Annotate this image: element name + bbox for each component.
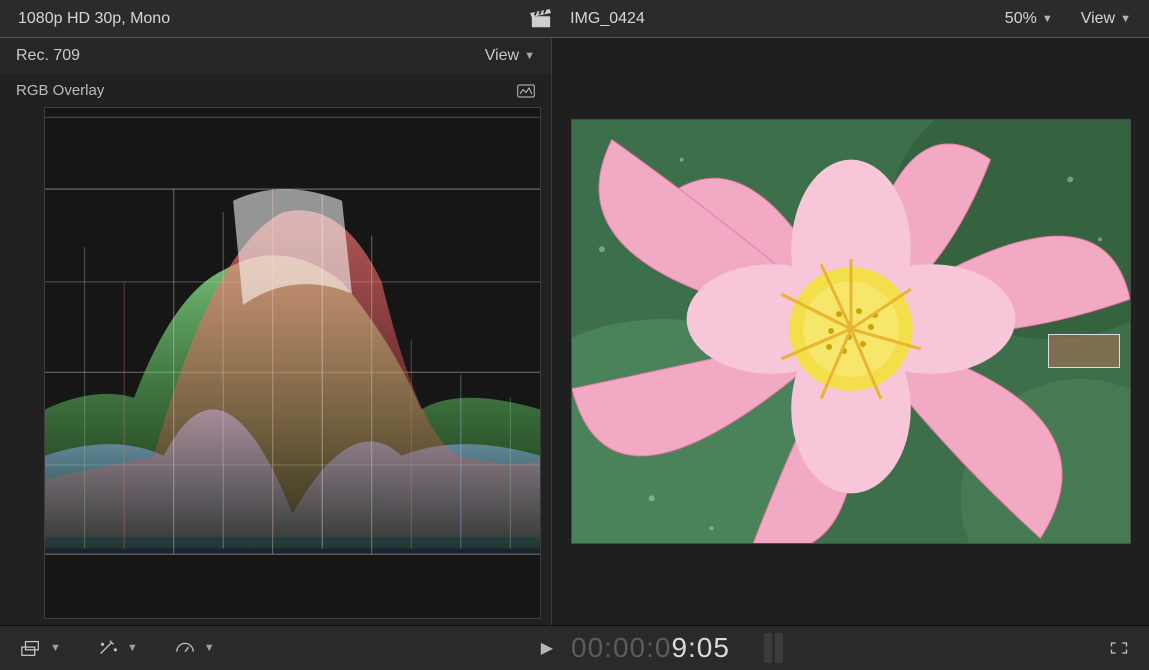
scopes-view-dropdown[interactable]: View ▼ (485, 47, 535, 65)
scope-chart: 120 100 75 50 25 0 -20 (0, 103, 551, 625)
enhance-tool[interactable]: ▼ (97, 638, 138, 658)
clip-name: IMG_0424 (570, 10, 645, 28)
scopes-pane: Rec. 709 View ▼ RGB Overlay 120 100 75 5… (0, 38, 552, 625)
waveform-display[interactable] (44, 107, 541, 619)
transport-controls: ▶ 00:00:09:05 (215, 632, 1109, 664)
chevron-down-icon: ▼ (204, 642, 215, 654)
top-bar: 1080p HD 30p, Mono IMG_0424 50% ▼ View ▼ (0, 0, 1149, 38)
chevron-down-icon: ▼ (1120, 13, 1131, 25)
timecode-display[interactable]: 00:00:09:05 (571, 632, 730, 664)
overlay-mode-label: RGB Overlay (16, 82, 104, 99)
view-dropdown[interactable]: View ▼ (1081, 10, 1131, 28)
audio-meter-bar (775, 633, 783, 663)
clapperboard-icon (530, 8, 552, 30)
audio-meters[interactable] (764, 633, 783, 663)
timecode-bright: 9:05 (671, 632, 730, 663)
color-space-label: Rec. 709 (16, 47, 80, 65)
viewer-pane (552, 38, 1149, 625)
timecode-dim: 00:00:0 (571, 632, 671, 663)
bottom-toolbar: ▼ ▼ ▼ ▶ 00:00:09:05 (0, 626, 1149, 670)
format-label: 1080p HD 30p, Mono (18, 10, 170, 28)
color-picker-swatch[interactable] (1048, 334, 1120, 368)
chevron-down-icon: ▼ (127, 642, 138, 654)
zoom-value: 50% (1005, 10, 1037, 28)
scopes-header: Rec. 709 View ▼ (0, 38, 551, 74)
chevron-down-icon: ▼ (50, 642, 61, 654)
fullscreen-button[interactable] (1109, 640, 1129, 656)
chevron-down-icon: ▼ (1042, 13, 1053, 25)
chevron-down-icon: ▼ (524, 50, 535, 62)
video-viewer[interactable] (571, 119, 1131, 544)
scopes-view-label: View (485, 47, 519, 65)
scope-settings-icon[interactable] (517, 83, 535, 99)
view-label: View (1081, 10, 1115, 28)
clip-appearance-tool[interactable]: ▼ (20, 638, 61, 658)
scopes-subheader: RGB Overlay (0, 74, 551, 103)
main-area: Rec. 709 View ▼ RGB Overlay 120 100 75 5… (0, 38, 1149, 626)
retime-tool[interactable]: ▼ (174, 638, 215, 658)
play-button[interactable]: ▶ (541, 638, 553, 658)
zoom-dropdown[interactable]: 50% ▼ (1005, 10, 1053, 28)
audio-meter-bar (764, 633, 772, 663)
